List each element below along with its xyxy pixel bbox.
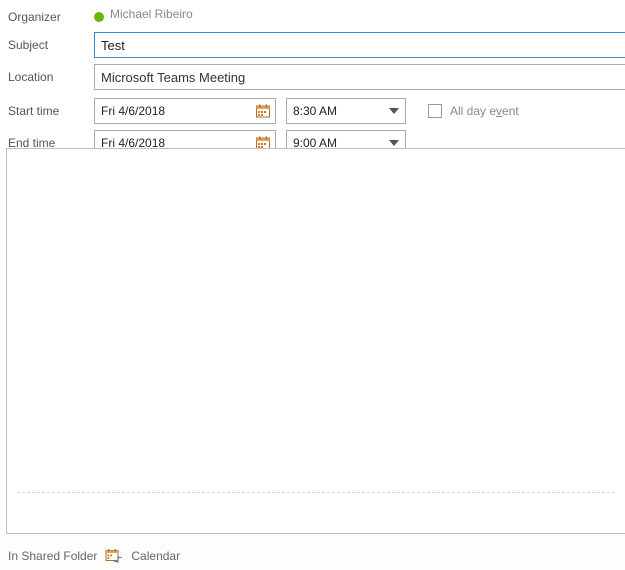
start-time-value: 8:30 AM [293, 104, 337, 118]
organizer-label: Organizer [4, 10, 94, 24]
shared-calendar-icon [105, 548, 123, 564]
presence-indicator-icon [94, 12, 104, 22]
start-date-value: Fri 4/6/2018 [101, 104, 165, 118]
body-separator [17, 492, 615, 493]
location-row: Location [4, 64, 625, 90]
subject-row: Subject [4, 32, 625, 58]
dropdown-caret-icon [389, 140, 399, 146]
all-day-checkbox[interactable] [428, 104, 442, 118]
subject-label: Subject [4, 38, 94, 52]
start-time-row: Start time Fri 4/6/2018 [4, 98, 625, 124]
meeting-body-editor[interactable] [6, 148, 625, 534]
calendar-name-label: Calendar [131, 549, 180, 563]
shared-folder-label: In Shared Folder [8, 549, 97, 563]
start-time-picker[interactable]: 8:30 AM [286, 98, 406, 124]
all-day-event-group: All day event [428, 104, 519, 118]
subject-input[interactable] [94, 32, 625, 58]
status-bar: In Shared Folder Calendar [0, 542, 625, 570]
location-input[interactable] [94, 64, 625, 90]
all-day-label: All day event [450, 104, 519, 118]
organizer-name: Michael Ribeiro [110, 9, 193, 19]
organizer-row: Organizer Michael Ribeiro [4, 4, 625, 30]
start-date-picker[interactable]: Fri 4/6/2018 [94, 98, 276, 124]
calendar-icon [255, 103, 271, 119]
meeting-form: Organizer Michael Ribeiro Subject Locati… [0, 0, 625, 156]
start-time-label: Start time [4, 104, 94, 118]
dropdown-caret-icon [389, 108, 399, 114]
start-time-group: Fri 4/6/2018 8:30 AM [94, 98, 519, 124]
location-label: Location [4, 70, 94, 84]
